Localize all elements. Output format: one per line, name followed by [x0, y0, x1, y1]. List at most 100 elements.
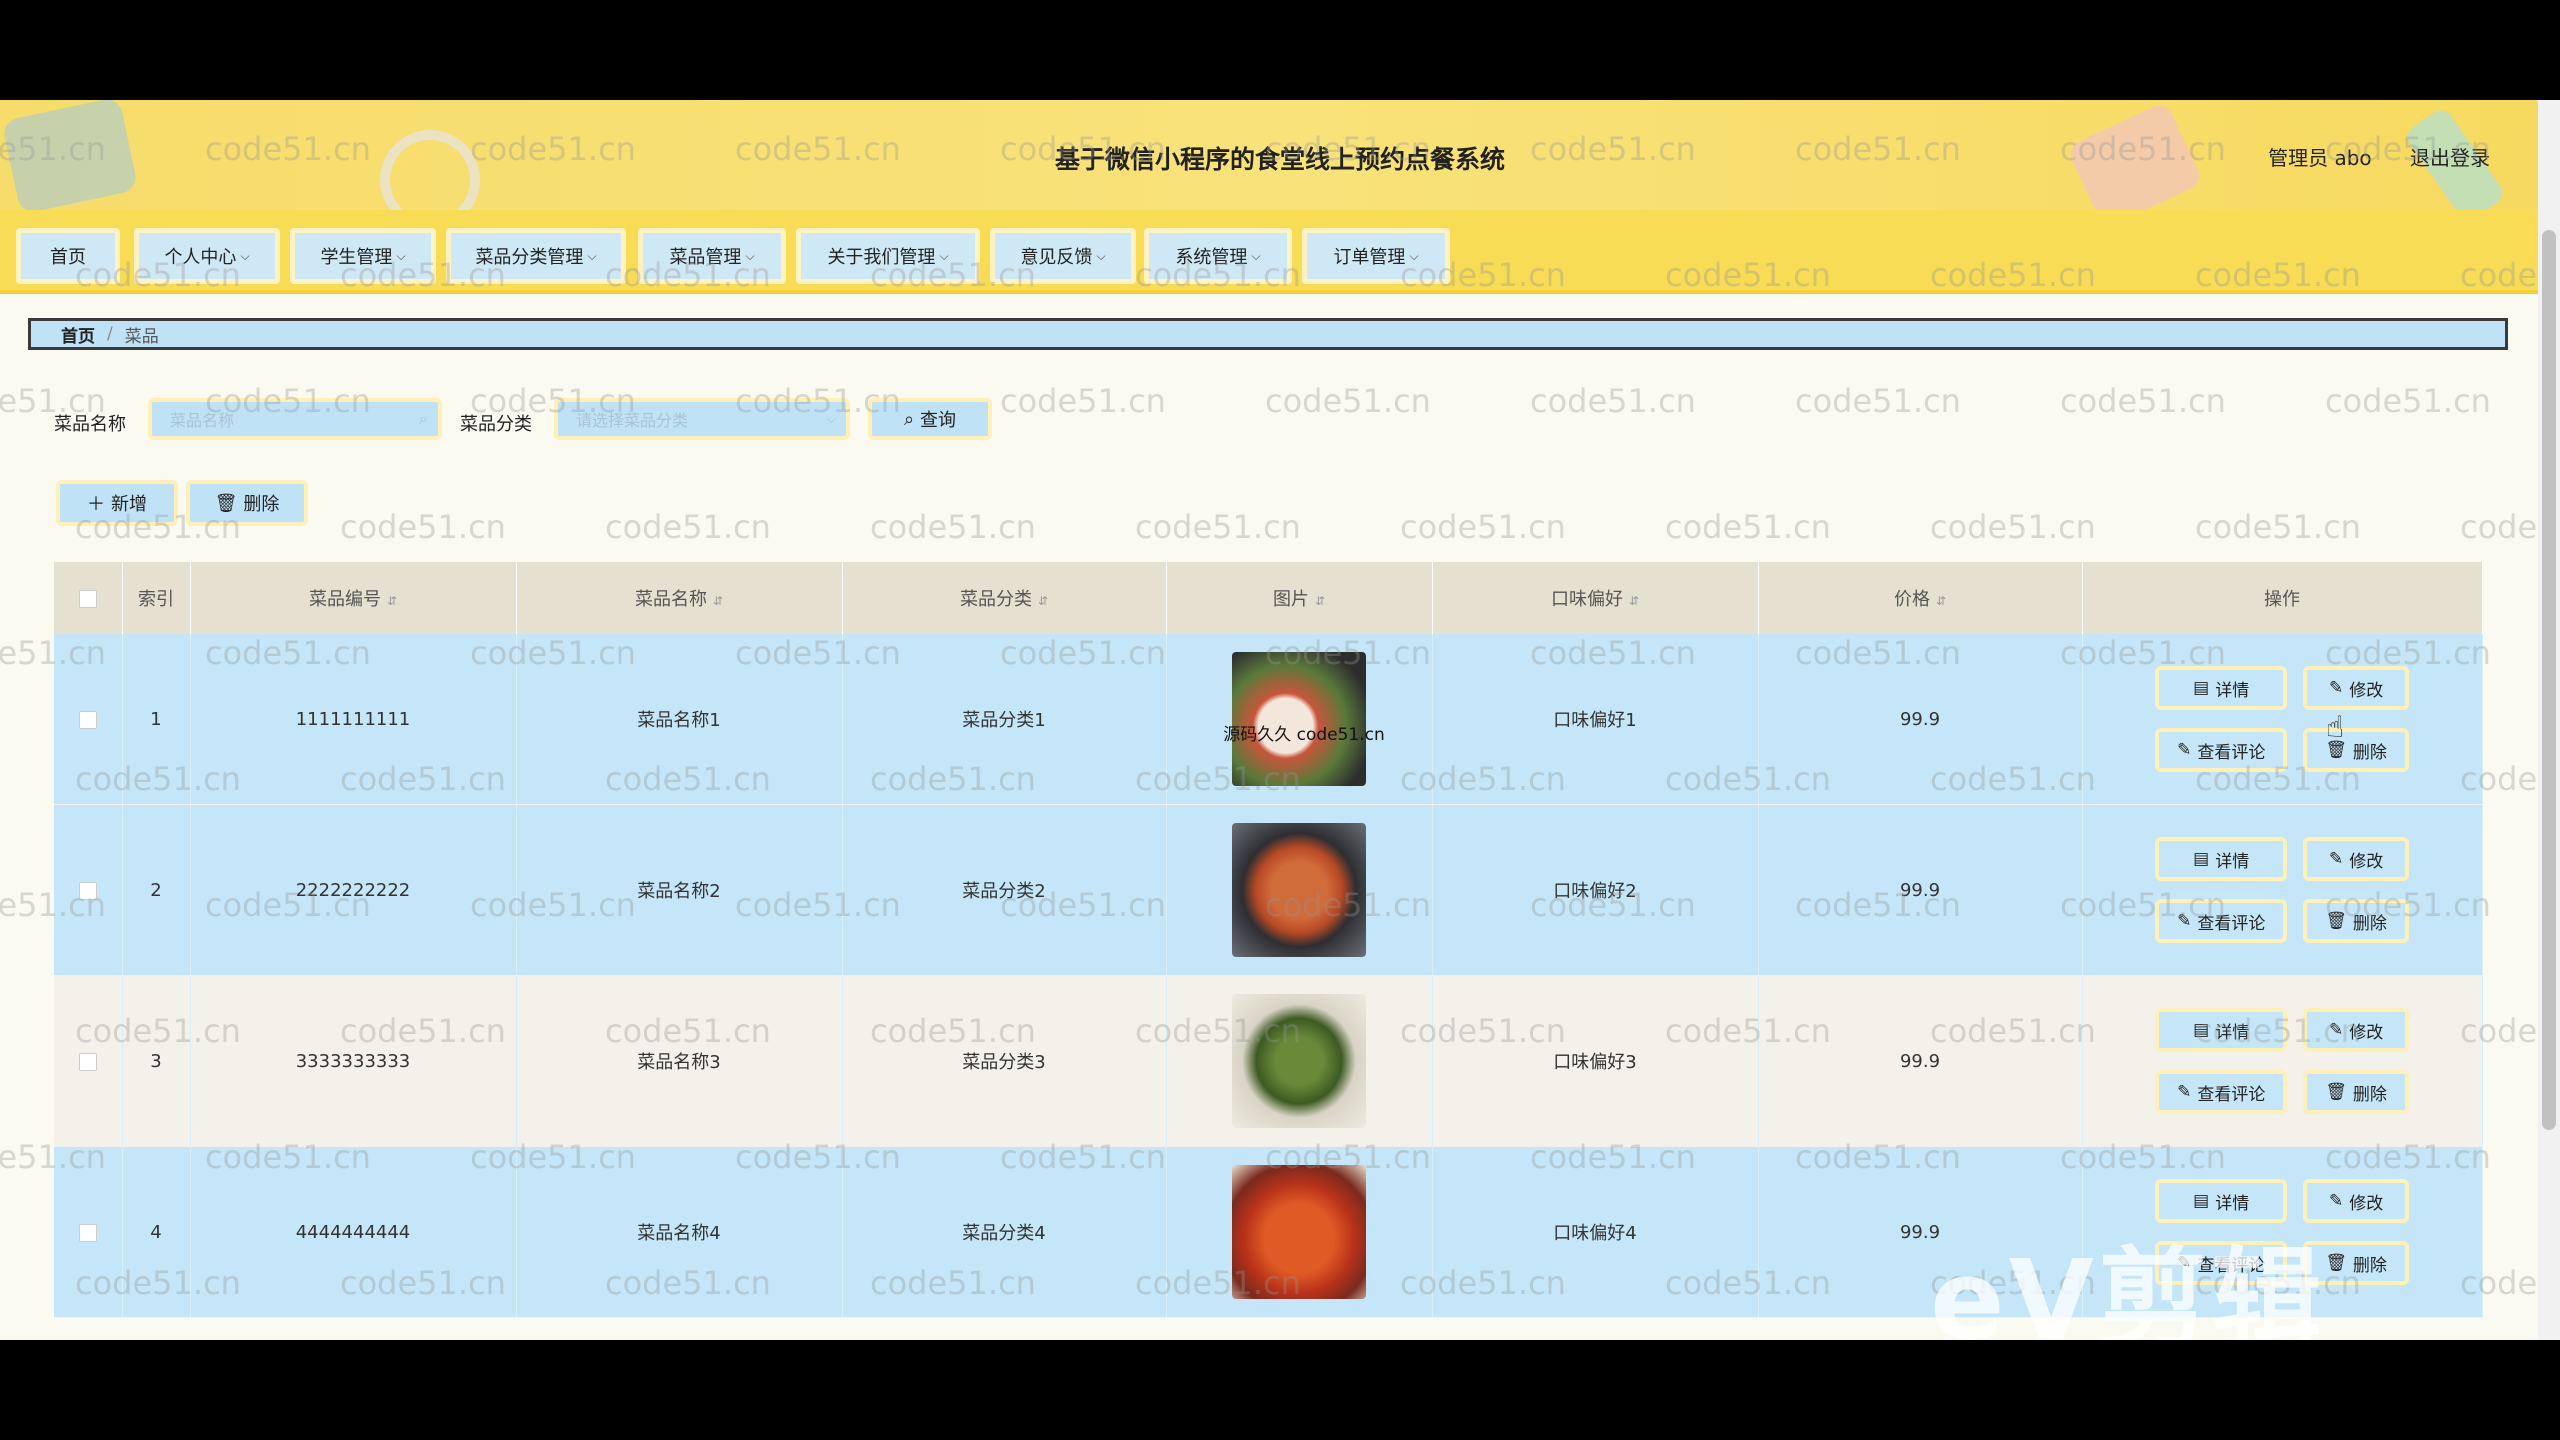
video-overlay-logo: eV剪辑 [1930, 1236, 2326, 1340]
sort-icon[interactable]: ⇵ [1936, 594, 1946, 608]
column-header-label: 索引 [138, 589, 174, 610]
delete-label: 删除 [2352, 1084, 2387, 1105]
logout-link[interactable]: 退出登录 [2410, 146, 2490, 170]
search-icon: ⌕ [419, 409, 428, 428]
chevron-down-icon: ⌵ [240, 248, 250, 263]
column-header-label: 操作 [2264, 589, 2300, 610]
row-checkbox[interactable] [78, 710, 97, 729]
cell-category: 菜品分类1 [842, 634, 1167, 805]
nav-order-management[interactable]: 订单管理 ⌵ [1302, 228, 1450, 284]
dish-name-input[interactable]: 菜品名称 ⌕ [148, 398, 442, 440]
dish-image [1232, 994, 1366, 1128]
user-label: 管理员 abo [2268, 146, 2372, 170]
column-header-name[interactable]: 菜品名称 ⇵ [516, 562, 843, 634]
column-header-label: 菜品名称 [634, 589, 707, 610]
nav-feedback[interactable]: 意见反馈 ⌵ [990, 228, 1136, 284]
detail-button[interactable]: ▤ 详情 [2155, 666, 2288, 710]
view-comments-button[interactable]: ✎ 查看评论 [2155, 1070, 2288, 1114]
row-delete-button[interactable]: 🗑 删除 [2303, 899, 2409, 943]
watermark-text: code51.cn [1795, 382, 1961, 420]
nav-dish-category-management[interactable]: 菜品分类管理 ⌵ [446, 228, 626, 284]
watermark-text: code51.cn [605, 508, 771, 546]
cell-price: 99.9 [1758, 975, 2083, 1147]
edit-button[interactable]: ✎ 修改 [2303, 837, 2409, 881]
column-header-taste[interactable]: 口味偏好 ⇵ [1432, 562, 1759, 634]
nav-system-management[interactable]: 系统管理 ⌵ [1144, 228, 1292, 284]
select-all-cell [54, 562, 123, 634]
row-checkbox[interactable] [78, 1223, 97, 1242]
bulk-delete-button[interactable]: 🗑 删除 [186, 480, 308, 526]
column-header-price[interactable]: 价格 ⇵ [1758, 562, 2083, 634]
column-header-image[interactable]: 图片 ⇵ [1166, 562, 1433, 634]
cell-image: 源码久久 code51.cn [1166, 634, 1433, 805]
sort-icon[interactable]: ⇵ [713, 594, 723, 608]
pencil-icon: ✎ [2329, 1191, 2344, 1211]
column-header-code[interactable]: 菜品编号 ⇵ [190, 562, 517, 634]
nav-dish-management[interactable]: 菜品管理 ⌵ [638, 228, 786, 284]
view-comments-button[interactable]: ✎ 查看评论 [2155, 728, 2288, 772]
dish-category-placeholder: 请选择菜品分类 [576, 411, 689, 430]
column-header-actions: 操作 [2082, 562, 2483, 634]
cell-code: 3333333333 [190, 975, 517, 1147]
chevron-down-icon: ⌵ [396, 248, 406, 263]
row-checkbox[interactable] [78, 881, 97, 900]
nav-personal-center[interactable]: 个人中心 ⌵ [134, 228, 280, 284]
app-header: 基于微信小程序的食堂线上预约点餐系统 管理员 abo 退出登录 [0, 100, 2560, 230]
chevron-down-icon: ⌵ [939, 248, 949, 263]
breadcrumb-separator: / [107, 324, 113, 344]
cell-code: 2222222222 [190, 804, 517, 976]
comments-label: 查看评论 [2197, 1084, 2266, 1105]
nav-label: 个人中心 [164, 247, 237, 268]
column-header-label: 菜品编号 [308, 589, 381, 610]
watermark-text: code51.cn [1000, 382, 1166, 420]
dish-category-select[interactable]: 请选择菜品分类 ⌵ [554, 398, 850, 440]
detail-button[interactable]: ▤ 详情 [2155, 1008, 2288, 1052]
detail-label: 详情 [2215, 1022, 2250, 1043]
pencil-icon: ✎ [2177, 1082, 2192, 1102]
edit-label: 修改 [2349, 1022, 2384, 1043]
nav-label: 学生管理 [320, 247, 393, 268]
document-icon: ▤ [2193, 1191, 2210, 1211]
cell-actions: ▤ 详情 ✎ 修改 ✎ 查看评论 🗑 删除 [2082, 804, 2483, 976]
nav-student-management[interactable]: 学生管理 ⌵ [290, 228, 436, 284]
cell-taste: 口味偏好3 [1432, 975, 1759, 1147]
table-row[interactable]: 3 3333333333 菜品名称3 菜品分类3 口味偏好3 99.9 ▤ 详情 … [54, 975, 2483, 1147]
pencil-icon: ✎ [2177, 911, 2192, 931]
document-icon: ▤ [2193, 1020, 2210, 1040]
select-all-checkbox[interactable] [78, 589, 97, 608]
sort-icon[interactable]: ⇵ [1315, 594, 1325, 608]
column-header-label: 价格 [1893, 589, 1930, 610]
edit-button[interactable]: ✎ 修改 [2303, 666, 2409, 710]
detail-button[interactable]: ▤ 详情 [2155, 837, 2288, 881]
plus-icon: ＋ [87, 494, 105, 515]
add-button[interactable]: ＋ 新增 [56, 480, 178, 526]
edit-label: 修改 [2349, 851, 2384, 872]
nav-about-management[interactable]: 关于我们管理 ⌵ [796, 228, 980, 284]
sort-icon[interactable]: ⇵ [387, 594, 397, 608]
sort-icon[interactable]: ⇵ [1038, 594, 1048, 608]
nav-home[interactable]: 首页 [16, 228, 120, 284]
table-row[interactable]: 1 1111111111 菜品名称1 菜品分类1 源码久久 code51.cn … [54, 634, 2483, 805]
nav-label: 菜品分类管理 [475, 247, 584, 268]
row-checkbox[interactable] [78, 1052, 97, 1071]
mouse-cursor-icon: ☝ [2326, 710, 2345, 745]
table-row[interactable]: 2 2222222222 菜品名称2 菜品分类2 口味偏好2 99.9 ▤ 详情 … [54, 804, 2483, 976]
view-comments-button[interactable]: ✎ 查看评论 [2155, 899, 2288, 943]
vertical-scrollbar[interactable] [2538, 100, 2560, 1340]
dish-image [1232, 1165, 1366, 1299]
query-button-label: 查询 [920, 410, 957, 431]
cell-taste: 口味偏好4 [1432, 1146, 1759, 1318]
sort-icon[interactable]: ⇵ [1629, 594, 1639, 608]
breadcrumb-home[interactable]: 首页 [61, 322, 95, 347]
scrollbar-thumb[interactable] [2542, 230, 2556, 1130]
row-select-cell [54, 804, 123, 976]
watermark-text: code51.cn [1665, 508, 1831, 546]
nav-label: 订单管理 [1333, 247, 1406, 268]
row-delete-button[interactable]: 🗑 删除 [2303, 728, 2409, 772]
column-header-category[interactable]: 菜品分类 ⇵ [842, 562, 1167, 634]
delete-label: 删除 [2352, 742, 2387, 763]
edit-button[interactable]: ✎ 修改 [2303, 1008, 2409, 1052]
row-delete-button[interactable]: 🗑 删除 [2303, 1070, 2409, 1114]
dish-table: 索引 菜品编号 ⇵ 菜品名称 ⇵ 菜品分类 ⇵ 图片 ⇵ 口味偏好 ⇵ 价格 ⇵ 操作 1 … [54, 562, 2483, 1318]
query-button[interactable]: ⌕ 查询 [868, 398, 992, 440]
